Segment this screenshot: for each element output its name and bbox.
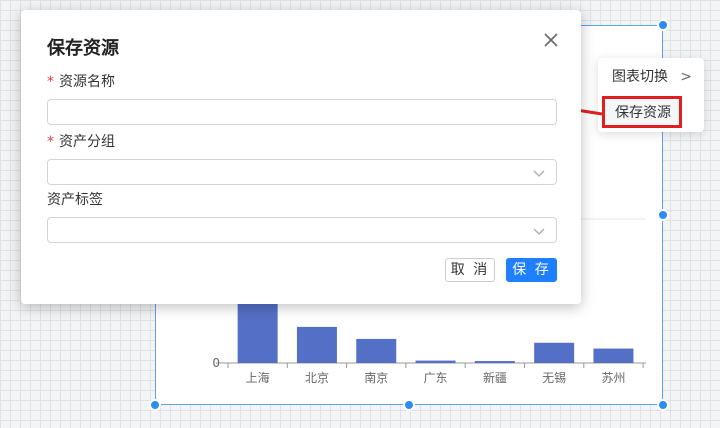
bar-北京 xyxy=(296,326,337,363)
asset-group-select[interactable] xyxy=(47,159,557,185)
asset-tag-select[interactable] xyxy=(47,217,557,243)
resize-handle-bottom-right[interactable] xyxy=(657,399,669,411)
bar-广东 xyxy=(415,360,456,363)
x-tick-label-广东: 广东 xyxy=(424,371,448,385)
required-asterisk: * xyxy=(47,134,54,150)
save-resource-dialog: 保存资源 * 资源名称 * 资产分组 资产标签 取 消 保 存 xyxy=(21,10,581,304)
x-tick-label-上海: 上海 xyxy=(246,370,270,385)
cancel-button[interactable]: 取 消 xyxy=(445,258,495,282)
menu-item-label: 保存资源 xyxy=(615,105,671,121)
bar-新疆 xyxy=(474,361,515,363)
resource-name-label: * 资源名称 xyxy=(47,74,115,90)
y-tick-label-0: 0 xyxy=(212,356,220,370)
chevron-down-icon xyxy=(533,170,545,177)
bar-南京 xyxy=(356,338,397,363)
resize-handle-bottom-left[interactable] xyxy=(149,399,161,411)
bar-无锡 xyxy=(534,342,575,363)
resize-handle-right[interactable] xyxy=(657,209,669,221)
save-button[interactable]: 保 存 xyxy=(506,258,557,282)
chevron-right-icon: > xyxy=(680,69,692,85)
x-tick-label-北京: 北京 xyxy=(305,371,329,385)
x-tick-label-南京: 南京 xyxy=(364,370,388,385)
x-tick-label-无锡: 无锡 xyxy=(542,370,566,385)
chevron-down-icon xyxy=(533,228,545,235)
context-menu: 图表切换 > 保存资源 xyxy=(598,58,704,132)
required-asterisk: * xyxy=(47,74,54,90)
x-tick-label-新疆: 新疆 xyxy=(483,370,507,385)
menu-item-label: 图表切换 xyxy=(612,69,668,85)
asset-group-label: * 资产分组 xyxy=(47,134,115,150)
x-tick-label-苏州: 苏州 xyxy=(601,371,625,385)
resize-handle-bottom[interactable] xyxy=(403,399,415,411)
bar-苏州 xyxy=(593,348,634,363)
resource-name-input[interactable] xyxy=(47,99,557,125)
resize-handle-top-right[interactable] xyxy=(657,19,669,31)
asset-tag-label: 资产标签 xyxy=(47,192,103,208)
close-icon[interactable] xyxy=(541,30,561,50)
menu-item-chart-switch[interactable]: 图表切换 > xyxy=(598,60,704,94)
dialog-title: 保存资源 xyxy=(47,38,119,59)
menu-item-save-resource[interactable]: 保存资源 xyxy=(602,96,682,128)
